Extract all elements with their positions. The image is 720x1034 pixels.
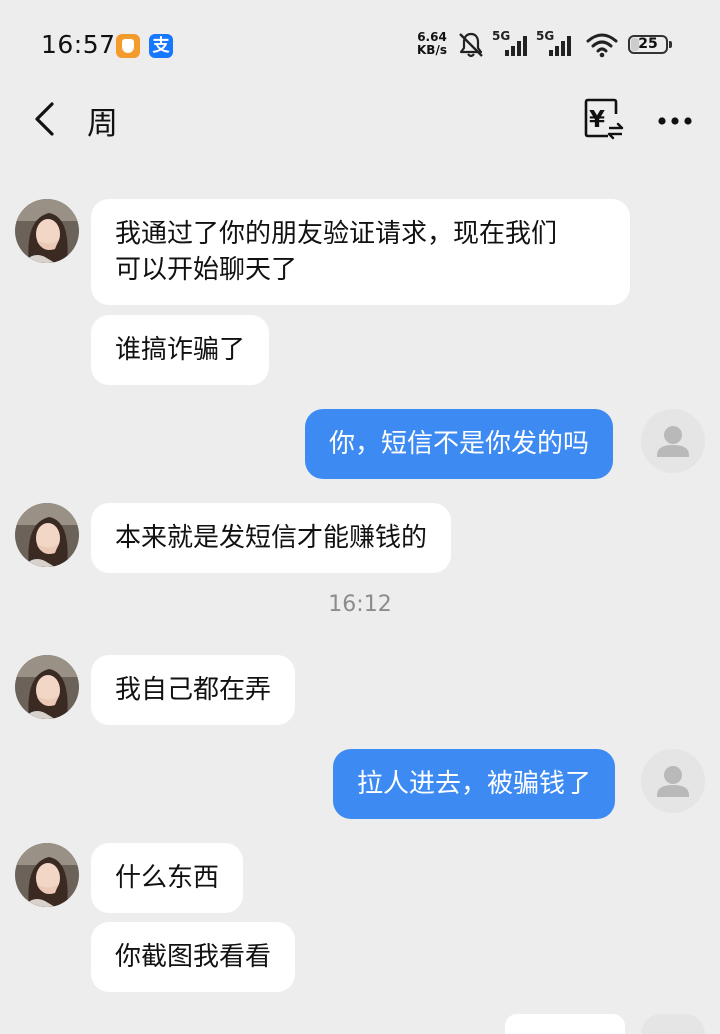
- status-bar: 16:57 支 6.64 KB/s 5G 5G 25: [0, 0, 720, 92]
- message-bubble-incoming[interactable]: 我自己都在弄: [91, 655, 296, 725]
- message-bubble-incoming[interactable]: 我通过了你的朋友验证请求，现在我们 可以开始聊天了: [91, 199, 630, 305]
- orange-shield-app-icon: [116, 34, 140, 58]
- message-bubble-incoming[interactable]: 本来就是发短信才能赚钱的: [91, 503, 452, 573]
- my-avatar[interactable]: [641, 749, 705, 813]
- signal-5g-icon-2: 5G: [536, 29, 571, 56]
- network-speed-unit: KB/s: [417, 43, 447, 57]
- contact-avatar[interactable]: [15, 843, 79, 907]
- transfer-icon[interactable]: ¥: [580, 96, 626, 142]
- status-time: 16:57: [41, 30, 116, 59]
- contact-avatar[interactable]: [15, 655, 79, 719]
- contact-avatar[interactable]: [15, 503, 79, 567]
- wifi-icon: [586, 33, 618, 58]
- battery-level: 25: [638, 36, 658, 52]
- more-options-icon[interactable]: [650, 96, 700, 142]
- signal-1-label: 5G: [492, 29, 510, 43]
- my-avatar[interactable]: [641, 409, 705, 473]
- message-bubble-incoming[interactable]: 什么东西: [91, 843, 244, 913]
- message-bubble-outgoing[interactable]: 你，短信不是你发的吗: [305, 409, 614, 479]
- signal-2-label: 5G: [536, 29, 554, 43]
- battery-icon: 25: [628, 35, 672, 54]
- message-bubble-partial[interactable]: [505, 1014, 625, 1034]
- message-bubble-incoming[interactable]: 谁搞诈骗了: [91, 315, 270, 385]
- transfer-icon-glyph: ¥: [589, 107, 605, 133]
- message-timestamp: 16:12: [328, 592, 392, 617]
- chat-header: 周 ¥: [0, 92, 720, 150]
- message-bubble-outgoing[interactable]: 拉人进去，被骗钱了: [333, 749, 616, 819]
- back-button[interactable]: [22, 96, 68, 142]
- alipay-icon: 支: [149, 34, 173, 58]
- my-avatar-partial[interactable]: [641, 1014, 705, 1034]
- chat-message-list[interactable]: 我通过了你的朋友验证请求，现在我们 可以开始聊天了 谁搞诈骗了 你，短信不是你发…: [0, 150, 720, 1034]
- contact-name: 周: [87, 106, 118, 142]
- signal-5g-icon: 5G: [492, 29, 527, 56]
- message-bubble-incoming[interactable]: 你截图我看看: [91, 922, 296, 992]
- bell-muted-icon: [459, 32, 483, 58]
- network-speed: 6.64 KB/s: [413, 31, 451, 57]
- contact-avatar[interactable]: [15, 199, 79, 263]
